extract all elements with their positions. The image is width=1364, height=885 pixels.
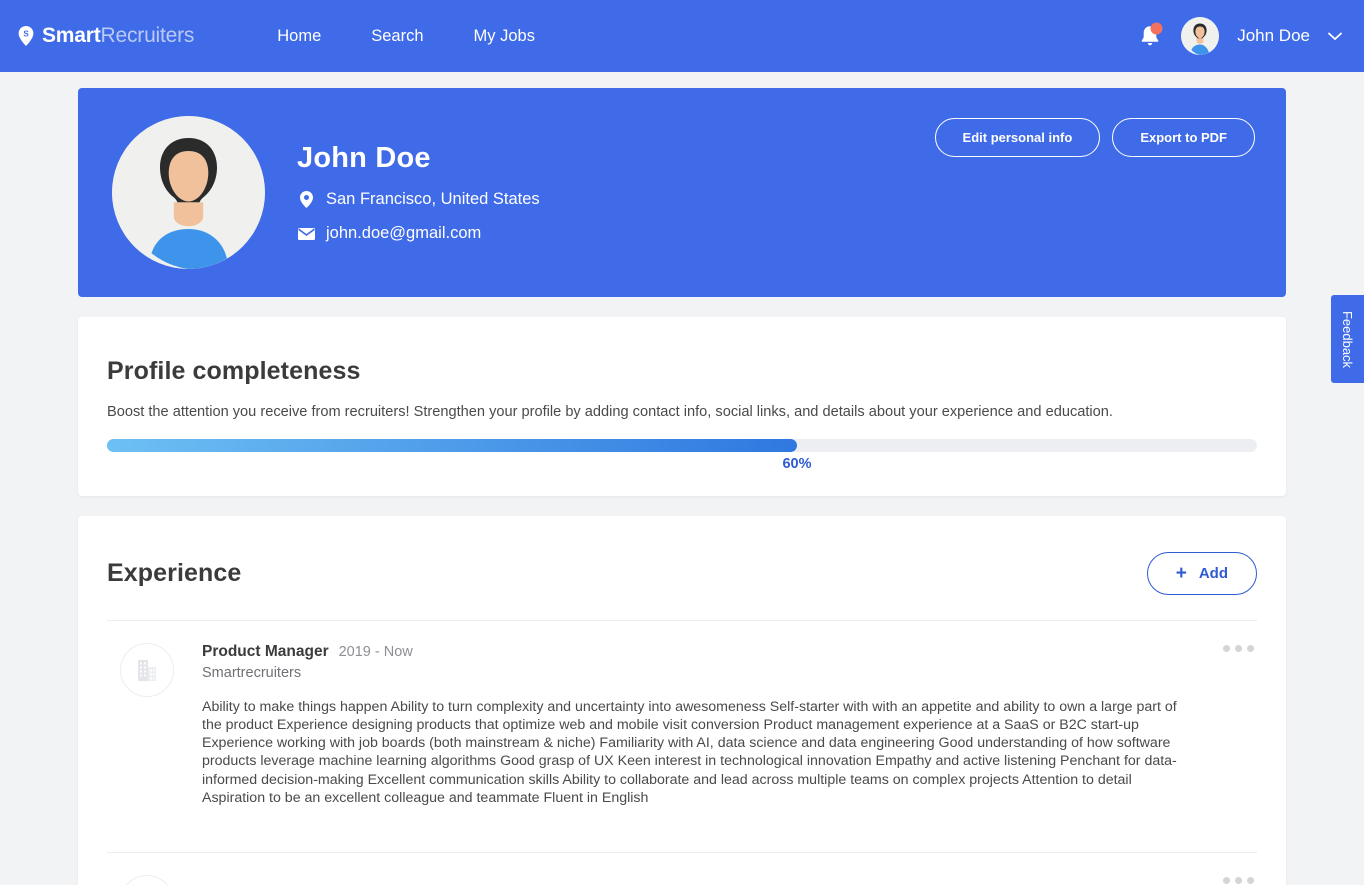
profile-location-row: San Francisco, United States [297, 190, 540, 209]
location-pin-icon [297, 191, 315, 208]
user-menu-name[interactable]: John Doe [1237, 26, 1310, 46]
nav-item-home[interactable]: Home [252, 19, 346, 54]
dot [1235, 877, 1242, 884]
completeness-progress-track: 60% [107, 439, 1257, 452]
main-nav: Home Search My Jobs [252, 19, 560, 54]
page-title: John Doe [297, 142, 540, 175]
experience-role: Product Manager [202, 643, 329, 661]
office-building-icon [120, 875, 174, 885]
more-options-icon[interactable] [1223, 877, 1254, 884]
profile-location: San Francisco, United States [326, 190, 540, 209]
experience-item-body [202, 875, 1257, 885]
profile-actions: Edit personal info Export to PDF [935, 118, 1255, 157]
dot [1247, 877, 1254, 884]
experience-company: Smartrecruiters [202, 665, 1197, 681]
completeness-description: Boost the attention you receive from rec… [107, 403, 1257, 422]
profile-header-card: John Doe San Francisco, United States jo… [78, 88, 1286, 297]
feedback-tab[interactable]: Feedback [1331, 295, 1364, 383]
office-building-icon [120, 643, 174, 697]
notification-badge [1151, 23, 1163, 35]
envelope-icon [297, 228, 315, 240]
profile-identity: John Doe San Francisco, United States jo… [297, 142, 540, 243]
brand-logo[interactable]: S SmartRecruiters [18, 24, 194, 48]
dot [1223, 645, 1230, 652]
edit-personal-info-button[interactable]: Edit personal info [935, 118, 1101, 157]
avatar[interactable] [1181, 17, 1219, 55]
profile-completeness-card: Profile completeness Boost the attention… [78, 317, 1286, 496]
completeness-percent-label: 60% [782, 456, 811, 472]
experience-description: Ability to make things happen Ability to… [202, 698, 1197, 807]
export-to-pdf-button[interactable]: Export to PDF [1112, 118, 1255, 157]
add-experience-label: Add [1199, 565, 1228, 582]
plus-icon: + [1176, 564, 1187, 583]
more-options-icon[interactable] [1223, 645, 1254, 652]
chevron-down-icon[interactable] [1328, 32, 1342, 41]
experience-item: Product Manager 2019 - Now Smartrecruite… [107, 621, 1257, 827]
experience-title: Experience [107, 559, 241, 588]
experience-header: Experience + Add [107, 552, 1257, 595]
page-content: John Doe San Francisco, United States jo… [0, 72, 1364, 885]
nav-item-my-jobs[interactable]: My Jobs [449, 19, 560, 54]
completeness-progress-fill [107, 439, 797, 452]
experience-card: Experience + Add [78, 516, 1286, 885]
svg-text:S: S [23, 30, 29, 39]
experience-item-title-row: Product Manager 2019 - Now [202, 643, 1197, 661]
add-experience-button[interactable]: + Add [1147, 552, 1257, 595]
dot [1247, 645, 1254, 652]
profile-avatar [112, 116, 265, 269]
brand-name: SmartRecruiters [42, 24, 194, 48]
profile-email-row: john.doe@gmail.com [297, 224, 540, 243]
dot [1223, 877, 1230, 884]
top-right-controls: John Doe [1137, 17, 1342, 55]
feedback-label: Feedback [1340, 310, 1355, 367]
brand-name-bold: Smart [42, 24, 101, 47]
profile-email: john.doe@gmail.com [326, 224, 481, 243]
experience-item-body: Product Manager 2019 - Now Smartrecruite… [202, 643, 1257, 807]
location-pin-icon: S [18, 26, 34, 46]
brand-name-light: Recruiters [101, 24, 195, 47]
experience-item [107, 853, 1257, 885]
notification-bell-icon[interactable] [1137, 22, 1163, 50]
dot [1235, 645, 1242, 652]
nav-item-search[interactable]: Search [346, 19, 448, 54]
experience-dates: 2019 - Now [339, 644, 413, 660]
completeness-title: Profile completeness [107, 357, 1257, 386]
top-navigation-bar: S SmartRecruiters Home Search My Jobs [0, 0, 1364, 72]
